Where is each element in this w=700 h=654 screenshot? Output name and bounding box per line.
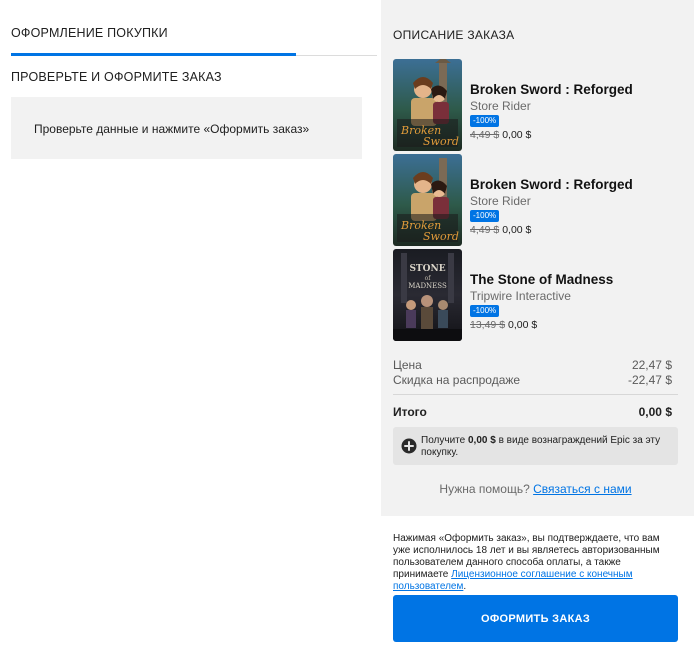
place-order-panel: Нажимая «Оформить заказ», вы подтверждае… xyxy=(381,516,694,654)
svg-text:STONE: STONE xyxy=(409,264,445,274)
order-summary-title: ОПИСАНИЕ ЗАКАЗА xyxy=(393,28,515,42)
item-publisher: Store Rider xyxy=(470,99,531,113)
old-price: 4,49 $ xyxy=(470,129,500,141)
discount-badge: -100% xyxy=(470,115,500,127)
order-item: STONE of MADNESS The Stone of Madness Tr… xyxy=(393,249,693,341)
summary-divider xyxy=(393,394,678,395)
contact-us-link[interactable]: Связаться с нами xyxy=(533,482,631,496)
item-price: 4,49 $0,00 $ xyxy=(470,224,531,236)
item-publisher: Tripwire Interactive xyxy=(470,289,571,303)
total-line: Итого 0,00 $ xyxy=(393,405,678,419)
broken-sword-cover-icon: Broken Sword xyxy=(393,59,462,151)
legal-text: Нажимая «Оформить заказ», вы подтверждае… xyxy=(393,533,668,593)
tab-checkout[interactable]: ОФОРМЛЕНИЕ ПОКУПКИ xyxy=(11,26,168,40)
new-price: 0,00 $ xyxy=(502,129,532,141)
reward-text: Получите 0,00 $ в виде вознаграждений Ep… xyxy=(421,435,671,459)
svg-text:Sword: Sword xyxy=(423,230,459,243)
review-box: Проверьте данные и нажмите «Оформить зак… xyxy=(11,97,362,159)
order-summary-panel: ОПИСАНИЕ ЗАКАЗА Broken Sword Broken Swor… xyxy=(381,0,694,654)
price-value: 22,47 $ xyxy=(631,358,672,372)
scrollbar[interactable] xyxy=(694,0,700,654)
old-price: 4,49 $ xyxy=(470,224,500,236)
section-title: ПРОВЕРЬТЕ И ОФОРМИТЕ ЗАКАЗ xyxy=(11,70,222,84)
checkout-panel: ОФОРМЛЕНИЕ ПОКУПКИ ПРОВЕРЬТЕ И ОФОРМИТЕ … xyxy=(0,0,381,654)
order-item: Broken Sword Broken Sword : Reforged Sto… xyxy=(393,154,693,246)
discount-badge: -100% xyxy=(470,210,500,222)
total-value: 0,00 $ xyxy=(638,405,672,419)
broken-sword-cover-icon: Broken Sword xyxy=(393,154,462,246)
legal-end: . xyxy=(463,581,467,592)
item-title[interactable]: Broken Sword : Reforged xyxy=(470,177,633,192)
checkout-tabbar: ОФОРМЛЕНИЕ ПОКУПКИ xyxy=(11,0,377,56)
reward-prefix: Получите xyxy=(421,435,466,446)
review-text: Проверьте данные и нажмите «Оформить зак… xyxy=(34,122,310,136)
reward-amount: 0,00 $ xyxy=(467,435,496,446)
stone-of-madness-cover-icon: STONE of MADNESS xyxy=(393,249,462,341)
svg-text:MADNESS: MADNESS xyxy=(408,282,447,290)
discount-badge: -100% xyxy=(470,305,500,317)
place-order-button[interactable]: ОФОРМИТЬ ЗАКАЗ xyxy=(393,595,678,642)
order-item: Broken Sword Broken Sword : Reforged Sto… xyxy=(393,59,693,151)
help-line: Нужна помощь? Связаться с нами xyxy=(393,482,678,496)
price-label: Цена xyxy=(393,358,422,372)
new-price: 0,00 $ xyxy=(502,224,532,236)
svg-text:Sword: Sword xyxy=(423,135,459,148)
item-title[interactable]: The Stone of Madness xyxy=(470,272,613,287)
plus-circle-icon xyxy=(401,438,417,454)
tab-active-underline xyxy=(11,53,296,56)
item-price: 13,49 $0,00 $ xyxy=(470,319,537,331)
sale-discount-line: Скидка на распродаже -22,47 $ xyxy=(393,373,678,387)
price-line: Цена 22,47 $ xyxy=(393,358,678,372)
item-publisher: Store Rider xyxy=(470,194,531,208)
item-title[interactable]: Broken Sword : Reforged xyxy=(470,82,633,97)
total-label: Итого xyxy=(393,405,427,419)
help-text: Нужна помощь? xyxy=(439,482,530,496)
old-price: 13,49 $ xyxy=(470,319,506,331)
epic-rewards-notice: Получите 0,00 $ в виде вознаграждений Ep… xyxy=(393,427,678,465)
new-price: 0,00 $ xyxy=(508,319,538,331)
sale-value: -22,47 $ xyxy=(627,373,672,387)
item-price: 4,49 $0,00 $ xyxy=(470,129,531,141)
sale-label: Скидка на распродаже xyxy=(393,373,521,387)
svg-text:of: of xyxy=(425,275,432,282)
